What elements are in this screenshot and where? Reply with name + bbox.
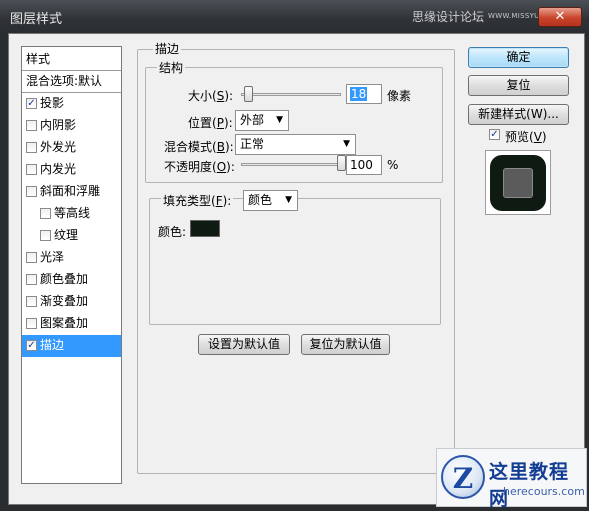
style-item[interactable]: 内发光 — [22, 159, 121, 181]
styles-list: 样式 混合选项:默认 ✓ 投影 内阴影 外发光 内发光 斜面和浮雕 等高线 纹理 光泽 颜色叠加渐… — [21, 46, 122, 484]
fill-group — [149, 198, 441, 325]
style-item-checkbox[interactable]: ✓ — [26, 98, 37, 109]
style-item-checkbox[interactable] — [40, 230, 51, 241]
position-label: 位置(P): — [188, 116, 233, 130]
chevron-down-icon: ▼ — [276, 115, 283, 125]
stroke-group-title: 描边 — [153, 40, 182, 57]
style-item-checkbox[interactable] — [26, 142, 37, 153]
style-item-label: 投影 — [40, 96, 65, 110]
opacity-slider-track[interactable] — [241, 163, 341, 166]
style-item-label: 光泽 — [40, 250, 65, 264]
site-logo: Z 这里教程网 herecours.com — [436, 448, 587, 510]
style-item-label: 纹理 — [54, 228, 79, 242]
style-item-checkbox[interactable]: ✓ — [26, 340, 37, 351]
title-bar: 图层样式 思缘设计论坛 WWW.MISSYUAN.COM ✕ — [0, 0, 589, 33]
fill-type-select[interactable]: 颜色 ▼ — [243, 190, 298, 211]
logo-url: herecours.com — [503, 485, 585, 498]
style-item[interactable]: 渐变叠加 — [22, 291, 121, 313]
blend-mode-select[interactable]: 正常 ▼ — [235, 134, 356, 155]
style-item[interactable]: ✓ 描边 — [22, 335, 121, 357]
style-item-label: 内阴影 — [40, 118, 77, 132]
chevron-down-icon: ▼ — [285, 195, 292, 205]
logo-name: 这里教程网 — [489, 461, 570, 510]
style-item-checkbox[interactable] — [26, 186, 37, 197]
style-item-label: 图案叠加 — [40, 316, 89, 330]
style-item-checkbox[interactable] — [40, 208, 51, 219]
size-label: 大小(S): — [188, 89, 234, 103]
opacity-slider-thumb[interactable] — [337, 155, 346, 171]
fill-type-label: 填充类型(F): — [161, 192, 234, 209]
blend-mode-label: 混合模式(B): — [164, 140, 234, 154]
style-item[interactable]: 外发光 — [22, 137, 121, 159]
style-item-checkbox[interactable] — [26, 296, 37, 307]
style-item[interactable]: 斜面和浮雕 — [22, 181, 121, 203]
style-item[interactable]: 纹理 — [22, 225, 121, 247]
style-item-checkbox[interactable] — [26, 252, 37, 263]
watermark-text: 思缘设计论坛 — [412, 10, 485, 24]
style-item-label: 斜面和浮雕 — [40, 184, 101, 198]
close-button[interactable]: ✕ — [538, 7, 582, 27]
window-title: 图层样式 — [10, 12, 63, 27]
opacity-label: 不透明度(O): — [164, 160, 235, 174]
ok-button[interactable]: 确定 — [468, 47, 569, 68]
size-input[interactable]: 18 — [346, 84, 382, 104]
style-item[interactable]: 图案叠加 — [22, 313, 121, 335]
style-item[interactable]: 内阴影 — [22, 115, 121, 137]
dialog-body: 样式 混合选项:默认 ✓ 投影 内阴影 外发光 内发光 斜面和浮雕 等高线 纹理 光泽 颜色叠加渐… — [8, 33, 585, 505]
preview-checkbox[interactable]: ✓ — [489, 129, 500, 140]
opacity-input[interactable]: 100 — [346, 155, 382, 175]
new-style-button[interactable]: 新建样式(W)... — [468, 104, 569, 125]
style-item-checkbox[interactable] — [26, 120, 37, 131]
style-item[interactable]: ✓ 投影 — [22, 93, 121, 115]
color-label: 颜色: — [158, 225, 187, 239]
position-select[interactable]: 外部 ▼ — [235, 110, 289, 131]
close-icon: ✕ — [554, 9, 566, 24]
preview-stroke-shape — [490, 155, 546, 211]
size-unit: 像素 — [387, 89, 412, 103]
stroke-color-swatch[interactable] — [190, 220, 220, 237]
reset-button[interactable]: 复位 — [468, 75, 569, 96]
style-item[interactable]: 等高线 — [22, 203, 121, 225]
chevron-down-icon: ▼ — [343, 139, 350, 149]
style-item[interactable]: 光泽 — [22, 247, 121, 269]
style-item-checkbox[interactable] — [26, 274, 37, 285]
size-slider-thumb[interactable] — [244, 86, 253, 102]
style-item-checkbox[interactable] — [26, 318, 37, 329]
style-item-label: 渐变叠加 — [40, 294, 89, 308]
style-item[interactable]: 颜色叠加 — [22, 269, 121, 291]
size-slider-track[interactable] — [241, 93, 341, 96]
opacity-unit: % — [387, 158, 399, 172]
style-item-label: 等高线 — [54, 206, 91, 220]
style-item-checkbox[interactable] — [26, 164, 37, 175]
reset-default-button[interactable]: 复位为默认值 — [301, 334, 390, 355]
make-default-button[interactable]: 设置为默认值 — [198, 334, 290, 355]
structure-group-title: 结构 — [157, 59, 186, 76]
style-item-label: 颜色叠加 — [40, 272, 89, 286]
preview-inner-shape — [503, 168, 533, 198]
style-item-label: 内发光 — [40, 162, 77, 176]
logo-mark: Z — [441, 455, 485, 499]
blend-options-item[interactable]: 混合选项:默认 — [22, 71, 121, 93]
style-item-label: 描边 — [40, 338, 65, 352]
styles-list-header[interactable]: 样式 — [22, 49, 121, 71]
preview-thumbnail — [485, 150, 551, 215]
preview-label: 预览(V) — [505, 130, 547, 144]
style-item-label: 外发光 — [40, 140, 77, 154]
